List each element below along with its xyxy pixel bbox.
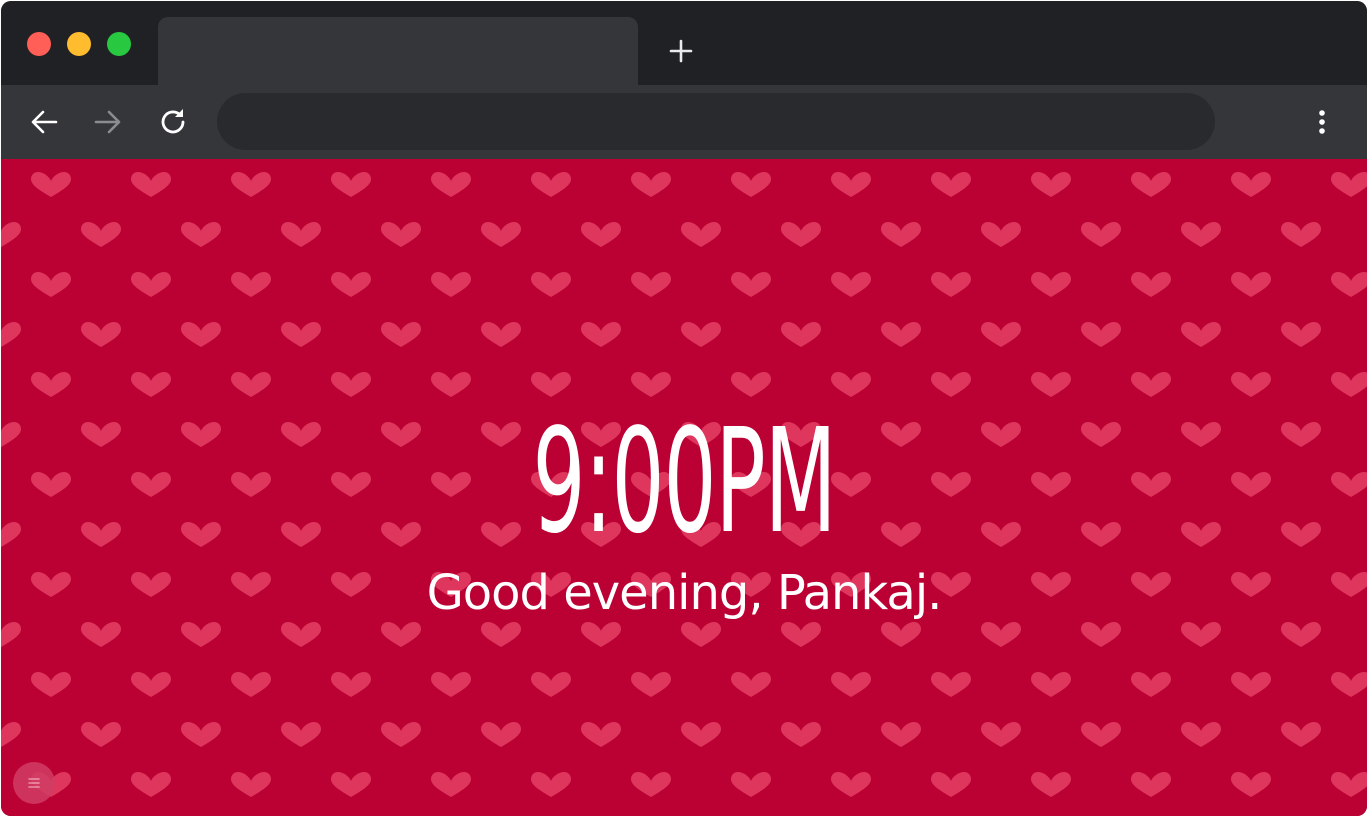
corner-menu-button[interactable] [13,762,55,804]
more-vert-icon [1319,110,1325,134]
minimize-window-button[interactable] [67,32,91,56]
plus-icon [669,39,693,63]
reload-icon [161,109,185,134]
back-arrow-icon [31,110,58,134]
maximize-window-button[interactable] [107,32,131,56]
tab-active[interactable] [158,17,638,85]
browser-menu-button[interactable] [1307,105,1337,139]
new-tab-button[interactable] [665,35,697,67]
forward-arrow-icon [94,110,121,134]
menu-lines-icon [28,778,40,788]
address-bar-input[interactable] [217,93,1215,150]
browser-window: 9:00PM Good evening, Pankaj. [1,1,1367,816]
back-button[interactable] [27,105,61,139]
reload-button[interactable] [156,105,190,139]
forward-button[interactable] [91,105,125,139]
clock-time: 9:00PM [532,397,836,565]
page-viewport: 9:00PM Good evening, Pankaj. [1,159,1367,816]
tab-strip [1,1,1367,85]
greeting-text: Good evening, Pankaj. [426,565,943,621]
close-window-button[interactable] [27,32,51,56]
toolbar [1,85,1367,159]
